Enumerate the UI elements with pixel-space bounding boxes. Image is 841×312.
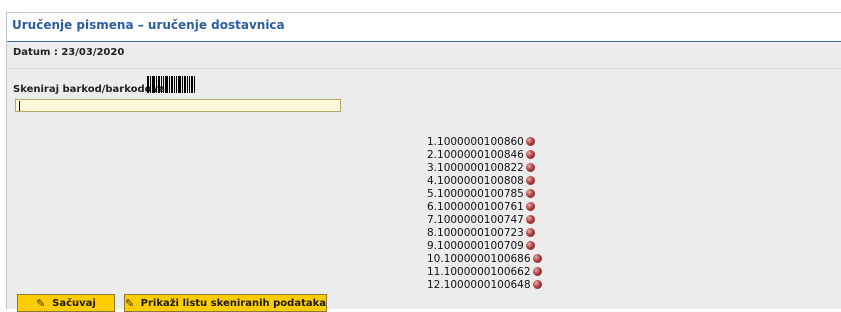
barcode-number: 4.1000000100808	[427, 175, 524, 187]
barcode-number: 1.1000000100860	[427, 136, 524, 148]
text-caret	[19, 101, 20, 111]
date-label: Datum : 23/03/2020	[13, 47, 125, 58]
red-dot-icon	[532, 254, 542, 263]
scanned-barcodes-list: 1.1000000100860 2.1000000100846 3.10000001…	[427, 136, 542, 292]
edit-pencil-icon: ✎	[36, 296, 46, 310]
list-item: 3.1000000100822	[427, 162, 542, 175]
red-dot-icon	[532, 280, 542, 289]
show-scanned-list-label: Prikaži listu skeniranih podataka	[140, 297, 326, 309]
list-item: 6.1000000100761	[427, 201, 542, 214]
barcode-number: 5.1000000100785	[427, 188, 524, 200]
date-row: Datum : 23/03/2020	[7, 42, 841, 69]
red-dot-icon	[525, 163, 535, 172]
barcode-number: 10.1000000100686	[427, 253, 531, 265]
red-dot-icon	[525, 189, 535, 198]
list-item: 7.1000000100747	[427, 214, 542, 227]
barcode-scan-input[interactable]	[15, 99, 341, 112]
red-dot-icon	[525, 176, 535, 185]
save-button[interactable]: ✎ Sačuvaj	[17, 294, 115, 312]
list-item: 12.1000000100648	[427, 279, 542, 292]
barcode-number: 12.1000000100648	[427, 279, 531, 291]
list-item: 8.1000000100723	[427, 227, 542, 240]
red-dot-icon	[525, 241, 535, 250]
barcode-icon	[147, 76, 195, 93]
scan-label: Skeniraj barkod/barkodove	[13, 84, 165, 95]
barcode-number: 3.1000000100822	[427, 162, 524, 174]
list-item: 11.1000000100662	[427, 266, 542, 279]
barcode-number: 8.1000000100723	[427, 227, 524, 239]
title-bar: Uručenje pismena – uručenje dostavnica	[7, 13, 841, 42]
barcode-number: 2.1000000100846	[427, 149, 524, 161]
list-item: 2.1000000100846	[427, 149, 542, 162]
barcode-number: 7.1000000100747	[427, 214, 524, 226]
list-item: 4.1000000100808	[427, 175, 542, 188]
barcode-number: 11.1000000100662	[427, 266, 531, 278]
red-dot-icon	[525, 228, 535, 237]
window-title: Uručenje pismena – uručenje dostavnica	[12, 18, 285, 32]
list-item: 9.1000000100709	[427, 240, 542, 253]
save-button-label: Sačuvaj	[52, 297, 96, 309]
edit-pencil-icon: ✎	[125, 296, 135, 310]
list-item: 1.1000000100860	[427, 136, 542, 149]
show-scanned-list-button[interactable]: ✎ Prikaži listu skeniranih podataka	[124, 294, 327, 312]
red-dot-icon	[525, 150, 535, 159]
list-item: 10.1000000100686	[427, 253, 542, 266]
red-dot-icon	[525, 202, 535, 211]
red-dot-icon	[532, 267, 542, 276]
barcode-number: 9.1000000100709	[427, 240, 524, 252]
barcode-number: 6.1000000100761	[427, 201, 524, 213]
form-panel: Datum : 23/03/2020 Skeniraj barkod/barko…	[7, 42, 841, 312]
document-delivery-window: Uručenje pismena – uručenje dostavnica D…	[6, 12, 841, 312]
red-dot-icon	[525, 215, 535, 224]
red-dot-icon	[525, 137, 535, 146]
list-item: 5.1000000100785	[427, 188, 542, 201]
